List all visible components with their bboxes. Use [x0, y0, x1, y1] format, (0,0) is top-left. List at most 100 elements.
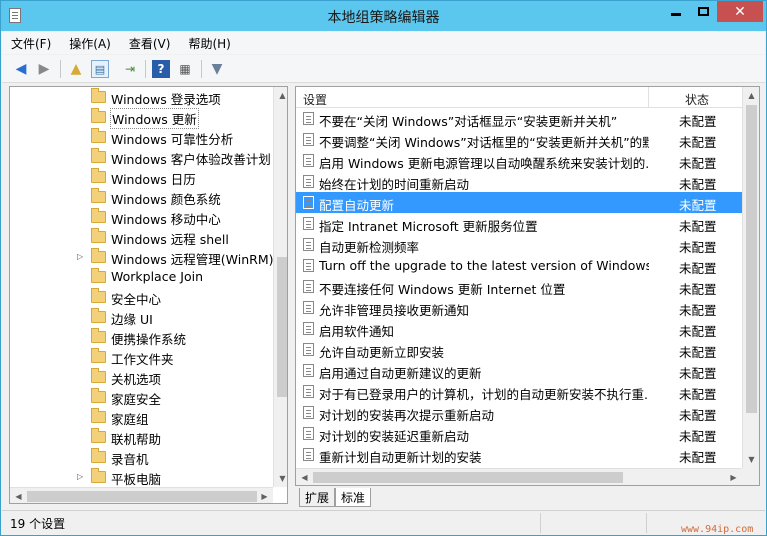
setting-row[interactable]: 启用软件通知 未配置 — [296, 318, 742, 339]
tree-item[interactable]: 联机帮助 — [10, 427, 272, 447]
setting-row[interactable]: 不要连接任何 Windows 更新 Internet 位置 未配置 — [296, 276, 742, 297]
setting-state: 未配置 — [679, 345, 717, 360]
title-bar[interactable]: 本地组策略编辑器 ✕ — [1, 1, 766, 31]
setting-row[interactable]: 不要调整“关闭 Windows”对话框里的“安装更新并关机”的默... 未配置 — [296, 129, 742, 150]
menu-view[interactable]: 查看(V) — [120, 35, 180, 52]
tree-item[interactable]: 关机选项 — [10, 367, 272, 387]
setting-row[interactable]: Turn off the upgrade to the latest versi… — [296, 255, 742, 276]
minimize-button[interactable] — [663, 1, 689, 22]
tree-item[interactable]: 工作文件夹 — [10, 347, 272, 367]
setting-row[interactable]: 配置自动更新 未配置 — [296, 192, 742, 213]
list-horizontal-scrollbar[interactable]: ◀ ▶ — [296, 468, 742, 485]
list-vertical-scrollbar[interactable]: ▲ ▼ — [742, 87, 759, 468]
help-icon[interactable]: ? — [152, 60, 170, 78]
tab-standard[interactable]: 标准 — [335, 488, 372, 507]
tree-item[interactable]: Windows 移动中心 — [10, 207, 272, 227]
column-divider[interactable] — [648, 87, 649, 108]
show-hide-tree-icon[interactable]: ▤ — [91, 60, 109, 78]
setting-row[interactable]: 启用 Windows 更新电源管理以自动唤醒系统来安装计划的... 未配置 — [296, 150, 742, 171]
setting-row[interactable]: 不要在“关闭 Windows”对话框显示“安装更新并关机” 未配置 — [296, 108, 742, 129]
scroll-up-icon[interactable]: ▲ — [743, 87, 759, 104]
filter-icon[interactable]: ▼ — [208, 60, 226, 78]
setting-name: 允许非管理员接收更新通知 — [319, 303, 470, 318]
setting-state: 未配置 — [679, 240, 717, 255]
setting-name: 对于有已登录用户的计算机，计划的自动更新安装不执行重... — [319, 387, 649, 402]
menu-action[interactable]: 操作(A) — [60, 35, 120, 52]
folder-icon — [91, 208, 106, 223]
folder-icon — [91, 448, 106, 463]
scroll-left-icon[interactable]: ◀ — [10, 488, 27, 503]
tree-item[interactable]: Workplace Join — [10, 267, 272, 287]
scroll-left-icon[interactable]: ◀ — [296, 469, 313, 485]
column-header-setting[interactable]: 设置 — [303, 91, 327, 108]
back-icon[interactable]: ◀ — [12, 60, 30, 78]
tree-item[interactable]: Windows 登录选项 — [10, 87, 272, 107]
tree-item[interactable]: 录音机 — [10, 447, 272, 467]
tree-item[interactable]: Windows 更新 — [10, 107, 272, 129]
maximize-button[interactable] — [690, 1, 716, 22]
list-hscroll-thumb[interactable] — [313, 472, 623, 483]
policy-setting-icon — [303, 385, 314, 398]
setting-row[interactable]: 始终在计划的时间重新启动 未配置 — [296, 171, 742, 192]
setting-name: 对计划的安装延迟重新启动 — [319, 429, 470, 444]
status-text: 19 个设置 — [10, 517, 66, 531]
tree-item[interactable]: Windows 可靠性分析 — [10, 127, 272, 147]
scroll-right-icon[interactable]: ▶ — [725, 469, 742, 485]
setting-state: 未配置 — [679, 198, 717, 213]
tree-scroll-thumb[interactable] — [277, 257, 287, 397]
tree-item[interactable]: ▷ 平板电脑 — [10, 467, 272, 487]
properties-icon[interactable]: ▦ — [176, 60, 194, 78]
tree-item-label: 平板电脑 — [111, 472, 162, 487]
list-scroll-thumb[interactable] — [746, 105, 757, 413]
setting-name: 自动更新检测频率 — [319, 240, 420, 255]
folder-icon — [91, 88, 106, 103]
menu-file[interactable]: 文件(F) — [2, 35, 60, 52]
forward-icon[interactable]: ▶ — [35, 60, 53, 78]
folder-icon — [91, 268, 106, 283]
policy-setting-icon — [303, 364, 314, 377]
setting-row[interactable]: 指定 Intranet Microsoft 更新服务位置 未配置 — [296, 213, 742, 234]
column-header-state[interactable]: 状态 — [685, 91, 709, 108]
scroll-right-icon[interactable]: ▶ — [256, 488, 273, 503]
setting-row[interactable]: 启用通过自动更新建议的更新 未配置 — [296, 360, 742, 381]
tree-item[interactable]: 安全中心 — [10, 287, 272, 307]
tab-extended[interactable]: 扩展 — [299, 488, 336, 507]
setting-row[interactable]: 允许自动更新立即安装 未配置 — [296, 339, 742, 360]
tree-item[interactable]: Windows 远程 shell — [10, 227, 272, 247]
scroll-up-icon[interactable]: ▲ — [274, 87, 287, 104]
setting-row[interactable]: 对计划的安装再次提示重新启动 未配置 — [296, 402, 742, 423]
tree-item[interactable]: 边缘 UI — [10, 307, 272, 327]
scroll-down-icon[interactable]: ▼ — [743, 451, 759, 468]
tree-item-label: Windows 日历 — [111, 172, 196, 187]
tree-item[interactable]: Windows 日历 — [10, 167, 272, 187]
setting-row[interactable]: 对于有已登录用户的计算机，计划的自动更新安装不执行重... 未配置 — [296, 381, 742, 402]
folder-icon — [91, 428, 106, 443]
tree-vertical-scrollbar[interactable]: ▲ ▼ — [273, 87, 287, 487]
setting-row[interactable]: 允许非管理员接收更新通知 未配置 — [296, 297, 742, 318]
tree-horizontal-scrollbar[interactable]: ◀ ▶ — [10, 487, 273, 503]
tree-item-label: 家庭组 — [111, 412, 149, 427]
setting-row[interactable]: 自动更新检测频率 未配置 — [296, 234, 742, 255]
setting-row[interactable]: 对计划的安装延迟重新启动 未配置 — [296, 423, 742, 444]
up-folder-icon[interactable]: ▲ — [67, 60, 85, 78]
maximize-icon — [697, 7, 709, 16]
tree-item-label: Windows 登录选项 — [111, 92, 221, 107]
tree-hscroll-thumb[interactable] — [27, 491, 257, 502]
tree-item[interactable]: 家庭安全 — [10, 387, 272, 407]
tree-item[interactable]: Windows 颜色系统 — [10, 187, 272, 207]
tree-item-label: Windows 客户体验改善计划 — [111, 152, 271, 167]
scroll-down-icon[interactable]: ▼ — [274, 470, 287, 487]
tree-item[interactable]: Windows 客户体验改善计划 — [10, 147, 272, 167]
setting-row[interactable]: 重新计划自动更新计划的安装 未配置 — [296, 444, 742, 465]
expand-arrow-icon[interactable]: ▷ — [77, 252, 85, 262]
watermark: www.94ip.com — [681, 524, 754, 535]
menu-help[interactable]: 帮助(H) — [179, 35, 239, 52]
close-button[interactable]: ✕ — [717, 1, 763, 22]
expand-arrow-icon[interactable]: ▷ — [77, 472, 85, 482]
tree-item[interactable]: 便携操作系统 — [10, 327, 272, 347]
tree-item[interactable]: 家庭组 — [10, 407, 272, 427]
tree-item[interactable]: ▷ Windows 远程管理(WinRM) — [10, 247, 274, 267]
export-list-icon[interactable]: ⇥ — [121, 60, 139, 78]
toolbar: ◀ ▶ ▲ ▤ ⇥ ? ▦ ▼ — [2, 55, 765, 83]
tree-item-label: Windows 远程管理(WinRM) — [111, 252, 274, 267]
